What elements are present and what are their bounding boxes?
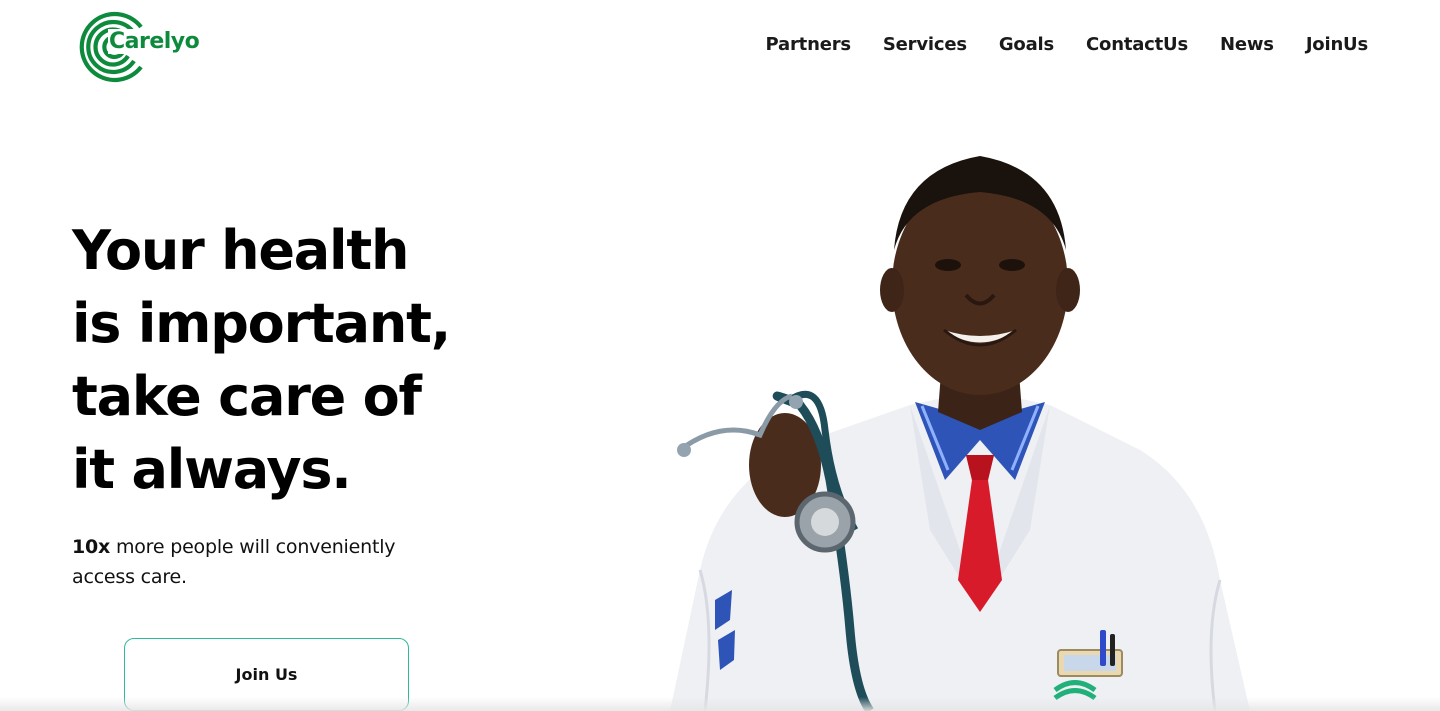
nav-services[interactable]: Services [883,34,967,55]
nav-news[interactable]: News [1220,34,1274,55]
hero-title-line: is important, [72,292,451,355]
landing-page: Carelyo Partners Services Goals ContactU… [0,0,1440,711]
logo-wordmark: Carelyo [108,29,200,54]
carelyo-logo[interactable]: Carelyo [78,10,200,84]
hero-title: Your health is important, take care of i… [72,214,492,506]
doctor-with-stethoscope-icon [670,156,1250,711]
nav-goals[interactable]: Goals [999,34,1054,55]
hero-subtitle-emphasis: 10x [72,536,111,558]
hero-title-line: take care of [72,365,422,428]
nav-contactus[interactable]: ContactUs [1086,34,1188,55]
hero-subtitle-text: more people will conveniently access car… [72,536,396,588]
nav-partners[interactable]: Partners [766,34,852,55]
hero-subtitle: 10x more people will conveniently access… [72,532,432,592]
main-nav: Partners Services Goals ContactUs News J… [766,34,1369,55]
nav-joinus[interactable]: JoinUs [1306,34,1368,55]
hero-title-line: it always. [72,438,352,501]
hero-title-line: Your health [72,219,409,282]
join-us-button[interactable]: Join Us [124,638,409,711]
